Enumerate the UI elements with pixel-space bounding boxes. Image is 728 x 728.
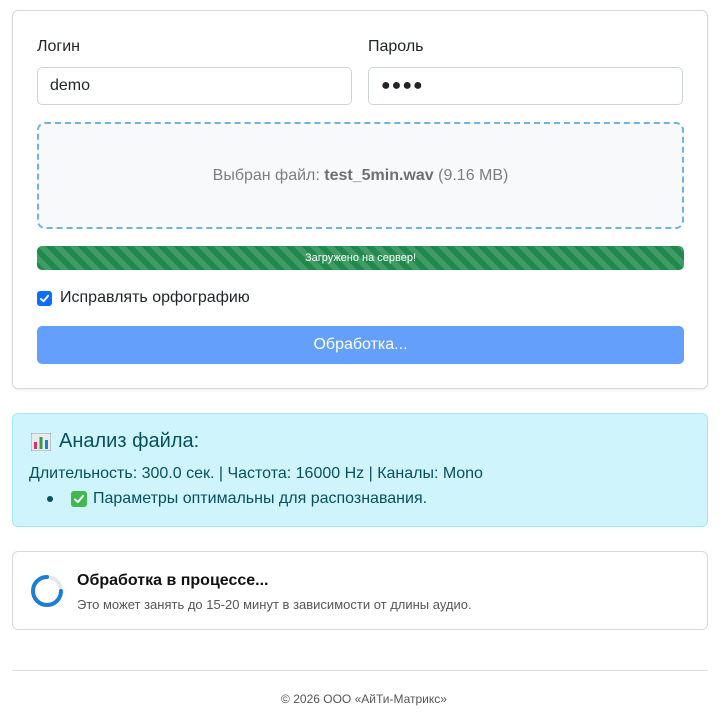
login-label: Логин bbox=[37, 38, 81, 55]
upload-progress-bar: Загружено на сервер! bbox=[37, 246, 684, 270]
password-label: Пароль bbox=[368, 38, 424, 55]
upload-progress-fill: Загружено на сервер! bbox=[37, 246, 684, 270]
analysis-status-item: Параметры оптимальны для распознавания. bbox=[47, 490, 427, 508]
file-dropzone[interactable]: Выбран файл: test_5min.wav (9.16 MB) bbox=[37, 122, 684, 229]
dropzone-prefix: Выбран файл: bbox=[212, 166, 325, 184]
login-input[interactable] bbox=[37, 67, 352, 105]
checkmark-icon bbox=[39, 294, 50, 302]
spellcheck-label: Исправлять орфографию bbox=[60, 289, 250, 306]
spinner-icon bbox=[31, 575, 63, 607]
processing-subtitle: Это может занять до 15-20 минут в зависи… bbox=[77, 597, 472, 612]
analysis-heading: Анализ файла: bbox=[31, 430, 199, 453]
processing-status-card: Обработка в процессе... Это может занять… bbox=[12, 551, 708, 630]
analysis-title: Анализ файла: bbox=[59, 430, 200, 452]
analysis-details: Длительность: 300.0 сек. | Частота: 1600… bbox=[29, 465, 483, 482]
dropzone-filename: test_5min.wav bbox=[324, 166, 434, 184]
analysis-status: Параметры оптимальны для распознавания. bbox=[93, 490, 428, 507]
file-analysis-alert: Анализ файла: Длительность: 300.0 сек. |… bbox=[12, 413, 708, 527]
bullet-dot bbox=[47, 496, 53, 502]
footer-copyright: © 2026 ООО «АйТи-Матрикс» bbox=[281, 692, 447, 706]
footer-divider bbox=[12, 670, 708, 671]
bar-chart-icon bbox=[31, 432, 51, 451]
page: Логин Пароль Выбран файл: test_5min.wav … bbox=[0, 0, 728, 728]
upload-progress-label: Загружено на сервер! bbox=[304, 252, 417, 264]
spellcheck-option[interactable]: Исправлять орфографию bbox=[37, 288, 250, 308]
processing-title: Обработка в процессе... bbox=[77, 572, 269, 589]
process-button[interactable]: Обработка... bbox=[37, 326, 684, 364]
spellcheck-checkbox[interactable] bbox=[37, 290, 52, 306]
dropzone-filesize: (9.16 MB) bbox=[433, 166, 509, 184]
check-mark-icon bbox=[71, 491, 87, 507]
upload-form-card: Логин Пароль Выбран файл: test_5min.wav … bbox=[12, 10, 708, 389]
password-input[interactable] bbox=[368, 67, 683, 105]
